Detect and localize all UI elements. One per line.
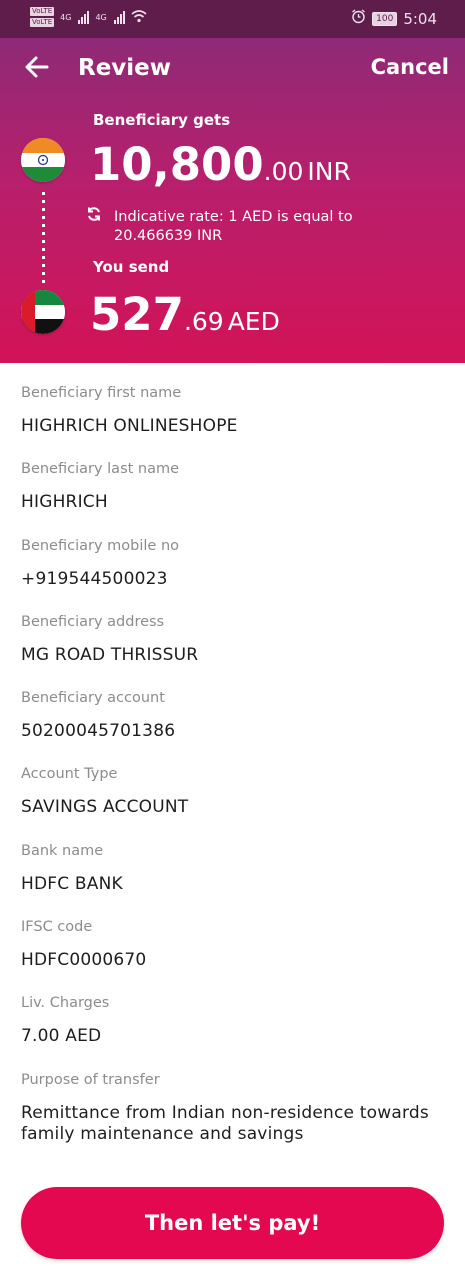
field-label: Liv. Charges: [21, 995, 110, 1012]
cancel-button[interactable]: Cancel: [371, 55, 449, 79]
field-purpose: Purpose of transfer Remittance from Indi…: [21, 1071, 451, 1147]
field-label: Purpose of transfer: [21, 1071, 160, 1088]
field-last-name: Beneficiary last name HIGHRICH: [21, 460, 451, 536]
page-title: Review: [78, 55, 172, 81]
transfer-summary-header: Review Cancel Beneficiary gets 10,800.00…: [0, 38, 465, 363]
status-left: VoLTE VoLTE 4G 4G: [30, 7, 147, 27]
field-label: Bank name: [21, 842, 104, 859]
field-value: Remittance from Indian non-residence tow…: [21, 1102, 429, 1144]
status-right: 100 5:04: [351, 9, 437, 28]
you-send-amount: 527.69 AED: [90, 288, 280, 341]
field-label: Beneficiary first name: [21, 385, 182, 401]
sim-indicators: VoLTE VoLTE: [30, 7, 55, 27]
wifi-icon: [131, 8, 147, 27]
field-bank-name: Bank name HDFC BANK: [21, 842, 451, 918]
gets-currency: INR: [307, 157, 351, 186]
field-value: HIGHRICH: [21, 492, 108, 513]
you-send-label: You send: [93, 258, 170, 276]
status-time: 5:04: [403, 9, 437, 28]
field-label: Beneficiary account: [21, 690, 165, 707]
beneficiary-gets-amount: 10,800.00 INR: [90, 138, 351, 191]
field-account: Beneficiary account 50200045701386: [21, 689, 451, 765]
signal-icon-2: [113, 10, 125, 24]
field-label: IFSC code: [21, 919, 93, 936]
field-first-name: Beneficiary first name HIGHRICH ONLINESH…: [21, 384, 451, 460]
battery-icon: 100: [372, 11, 398, 26]
refresh-icon: [86, 206, 102, 226]
gets-amount-decimal: .00: [263, 157, 304, 186]
network-type-1: 4G: [60, 12, 72, 22]
field-label: Beneficiary last name: [21, 461, 180, 478]
status-bar: VoLTE VoLTE 4G 4G 100 5:04: [0, 0, 465, 38]
sim1-volte-badge: VoLTE: [30, 7, 55, 16]
dotted-connector: [42, 192, 45, 284]
beneficiary-gets-label: Beneficiary gets: [93, 111, 231, 129]
gets-amount-main: 10,800: [90, 138, 264, 191]
signal-icon: [78, 10, 90, 24]
field-value: MG ROAD THRISSUR: [21, 644, 199, 665]
field-value: HIGHRICH ONLINESHOPE: [21, 416, 238, 436]
pay-button[interactable]: Then let's pay!: [21, 1187, 444, 1259]
send-amount-decimal: .69: [183, 307, 224, 336]
field-value: SAVINGS ACCOUNT: [21, 797, 189, 818]
field-value: HDFC BANK: [21, 873, 123, 894]
sim2-volte-badge: VoLTE: [30, 18, 55, 27]
send-currency: AED: [227, 307, 280, 336]
back-arrow-icon[interactable]: [22, 52, 52, 82]
india-flag-icon: [21, 138, 65, 182]
field-label: Account Type: [21, 766, 118, 783]
indicative-rate-text: Indicative rate: 1 AED is equal to 20.46…: [114, 209, 353, 244]
field-label: Beneficiary address: [21, 613, 165, 630]
uae-flag-icon: [21, 290, 65, 334]
field-account-type: Account Type SAVINGS ACCOUNT: [21, 765, 451, 841]
field-address: Beneficiary address MG ROAD THRISSUR: [21, 613, 451, 689]
field-charges: Liv. Charges 7.00 AED: [21, 994, 451, 1070]
beneficiary-details: Beneficiary first name HIGHRICH ONLINESH…: [21, 384, 451, 1147]
send-amount-main: 527: [90, 288, 184, 341]
field-ifsc: IFSC code HDFC0000670: [21, 918, 451, 994]
field-mobile: Beneficiary mobile no +919544500023: [21, 537, 451, 613]
field-value: 50200045701386: [21, 721, 176, 742]
field-label: Beneficiary mobile no: [21, 537, 179, 554]
field-value: 7.00 AED: [21, 1026, 102, 1047]
field-value: +919544500023: [21, 568, 168, 589]
alarm-icon: [351, 9, 366, 28]
field-value: HDFC0000670: [21, 950, 147, 971]
network-type-2: 4G: [95, 12, 107, 22]
